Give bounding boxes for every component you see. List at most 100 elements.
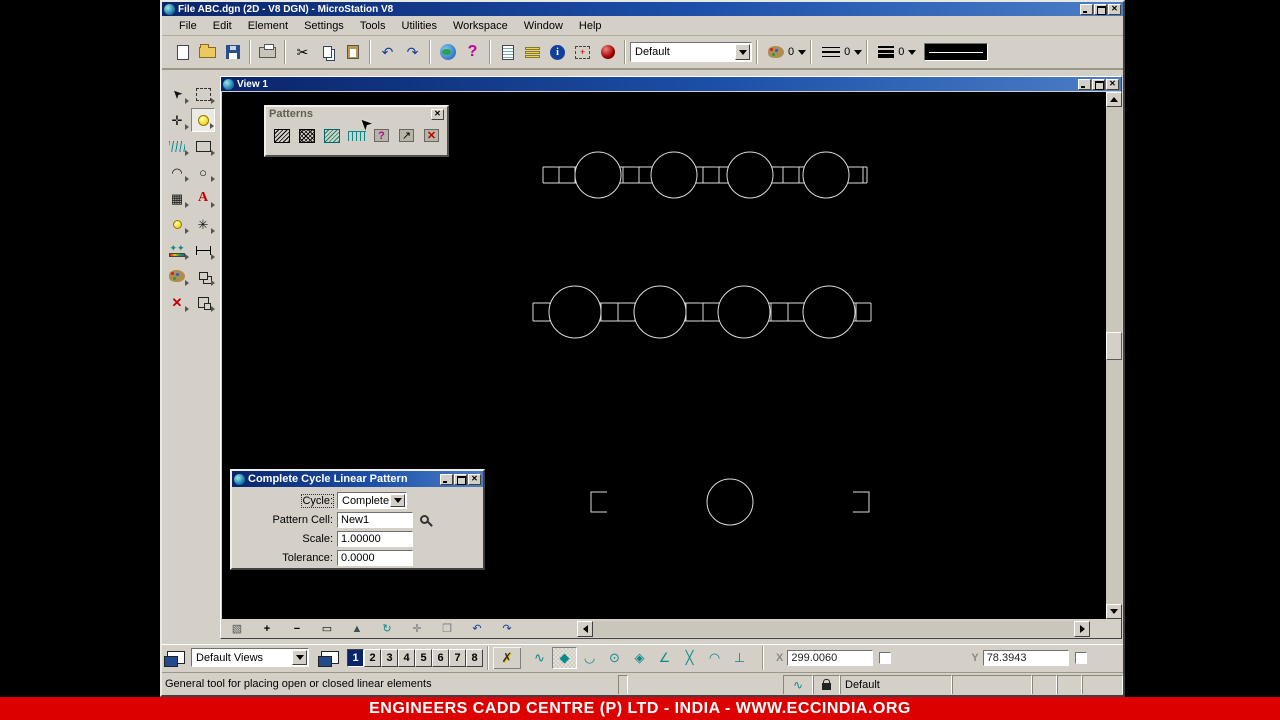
ellipses-tool[interactable]: ○ <box>191 160 215 184</box>
fence-tool[interactable] <box>191 82 215 106</box>
menu-tools[interactable]: Tools <box>353 18 393 34</box>
hscroll-right-button[interactable] <box>1074 620 1090 637</box>
references-button[interactable] <box>520 40 545 65</box>
crosshatch-area-tool[interactable] <box>295 124 318 147</box>
window-area-button[interactable]: ▭ <box>312 620 342 637</box>
view-1-button[interactable]: 1 <box>347 648 364 667</box>
zoom-in-button[interactable]: + <box>252 620 282 637</box>
view-4-button[interactable]: 4 <box>398 648 415 667</box>
save-button[interactable] <box>220 40 245 65</box>
patterns-titlebar[interactable]: Patterns ✕ <box>266 107 447 121</box>
origin-snap-button[interactable]: ◈ <box>627 647 652 669</box>
info-button[interactable]: i <box>545 40 570 65</box>
print-button[interactable] <box>255 40 280 65</box>
undo-button[interactable]: ↶ <box>375 40 400 65</box>
app-titlebar[interactable]: File ABC.dgn (2D - V8 DGN) - MicroStatio… <box>162 2 1123 16</box>
line-weight-picker[interactable]: 0 <box>878 46 917 58</box>
view-3-button[interactable]: 3 <box>381 648 398 667</box>
toggle-accusnap-button[interactable]: ✗ <box>493 647 521 669</box>
drop-element-tool[interactable] <box>191 290 215 314</box>
cells-tool[interactable]: ▦ <box>165 186 189 210</box>
level-combo-arrow[interactable] <box>735 44 750 60</box>
bisector-snap-button[interactable]: ∠ <box>652 647 677 669</box>
snap-mode-cell[interactable]: ∿ <box>783 675 813 694</box>
change-attributes-tool[interactable] <box>165 264 189 288</box>
accudraw-points-tool[interactable]: ✦✦ <box>165 238 189 262</box>
menu-help[interactable]: Help <box>572 18 609 34</box>
arcs-tool[interactable]: ◠ <box>165 160 189 184</box>
chevron-down-icon[interactable] <box>854 49 863 55</box>
zoom-out-button[interactable]: − <box>282 620 312 637</box>
redo-button[interactable]: ↷ <box>400 40 425 65</box>
restore-button[interactable] <box>1094 3 1107 15</box>
groups-tool[interactable] <box>191 264 215 288</box>
web-browser-button[interactable] <box>435 40 460 65</box>
horizontal-scrollbar[interactable] <box>593 620 1074 637</box>
menu-edit[interactable]: Edit <box>206 18 239 34</box>
view-group-combo[interactable]: Default Views <box>191 648 309 667</box>
minimize-button[interactable] <box>1080 3 1093 15</box>
cut-button[interactable]: ✂ <box>290 40 315 65</box>
keypoint-snap-button[interactable]: ◆ <box>552 646 577 669</box>
tangent-snap-button[interactable]: ◠ <box>702 647 727 669</box>
view-titlebar[interactable]: View 1 ✕ <box>221 77 1121 91</box>
cycle-combo-arrow[interactable] <box>390 494 405 507</box>
dialog-close-button[interactable]: ✕ <box>468 473 481 485</box>
center-snap-button[interactable]: ⊙ <box>602 647 627 669</box>
pattern-tool-active[interactable] <box>191 108 215 132</box>
dialog-minimize-button[interactable] <box>440 473 453 485</box>
view-7-button[interactable]: 7 <box>449 648 466 667</box>
element-selection-tool[interactable]: ➤ <box>165 82 189 106</box>
match-pattern-attributes-tool[interactable]: ↗ <box>395 124 418 147</box>
delete-pattern-tool[interactable]: ✕ <box>420 124 443 147</box>
locks-cell[interactable] <box>813 675 840 694</box>
view-5-button[interactable]: 5 <box>415 648 432 667</box>
close-button[interactable]: ✕ <box>1108 3 1121 15</box>
menu-utilities[interactable]: Utilities <box>395 18 444 34</box>
menu-window[interactable]: Window <box>517 18 570 34</box>
view-6-button[interactable]: 6 <box>432 648 449 667</box>
chevron-down-icon[interactable] <box>908 49 917 55</box>
view-close-button[interactable]: ✕ <box>1106 78 1119 90</box>
multiline-tool[interactable] <box>165 134 189 158</box>
view-toggle-icon[interactable] <box>318 651 339 667</box>
scroll-up-button[interactable] <box>1106 92 1122 107</box>
menu-workspace[interactable]: Workspace <box>446 18 515 34</box>
copy-button[interactable] <box>315 40 340 65</box>
rotate-view-button[interactable]: ↻ <box>372 620 402 637</box>
tags-tool[interactable] <box>165 212 189 236</box>
vertical-scrollbar[interactable] <box>1106 92 1122 619</box>
view-8-button[interactable]: 8 <box>466 648 483 667</box>
models-button[interactable] <box>495 40 520 65</box>
y-coordinate-field[interactable] <box>982 649 1069 666</box>
y-lock-checkbox[interactable] <box>1074 651 1087 664</box>
polygons-tool[interactable] <box>191 134 215 158</box>
cycle-select[interactable]: Complete <box>337 492 407 509</box>
magnifier-icon[interactable] <box>420 515 429 524</box>
undo-view-button[interactable]: ↶ <box>462 620 492 637</box>
line-style-picker[interactable]: 0 <box>822 46 863 58</box>
x-coordinate-field[interactable] <box>787 649 874 666</box>
hscroll-left-button[interactable] <box>577 620 593 637</box>
pattern-area-tool[interactable] <box>320 124 343 147</box>
vscroll-thumb[interactable] <box>1106 332 1122 360</box>
open-file-button[interactable] <box>195 40 220 65</box>
accudraw-button[interactable] <box>595 40 620 65</box>
help-button[interactable]: ? <box>460 40 485 65</box>
view-2-button[interactable]: 2 <box>364 648 381 667</box>
paste-button[interactable] <box>340 40 365 65</box>
intersection-snap-button[interactable]: ╳ <box>677 647 702 669</box>
dimensions-tool[interactable]: ✳ <box>191 212 215 236</box>
menu-settings[interactable]: Settings <box>297 18 351 34</box>
nearest-snap-button[interactable]: ∿ <box>527 647 552 669</box>
points-tool[interactable]: ✛ <box>165 108 189 132</box>
menu-element[interactable]: Element <box>241 18 295 34</box>
dialog-titlebar[interactable]: Complete Cycle Linear Pattern ✕ <box>232 471 483 487</box>
pattern-cell-input[interactable] <box>337 511 413 528</box>
pan-view-button[interactable]: ✛ <box>402 620 432 637</box>
midpoint-snap-button[interactable]: ◡ <box>577 647 602 669</box>
tolerance-input[interactable] <box>337 549 413 566</box>
hatch-area-tool[interactable] <box>270 124 293 147</box>
chevron-down-icon[interactable] <box>798 49 807 55</box>
dialog-restore-button[interactable] <box>454 473 467 485</box>
